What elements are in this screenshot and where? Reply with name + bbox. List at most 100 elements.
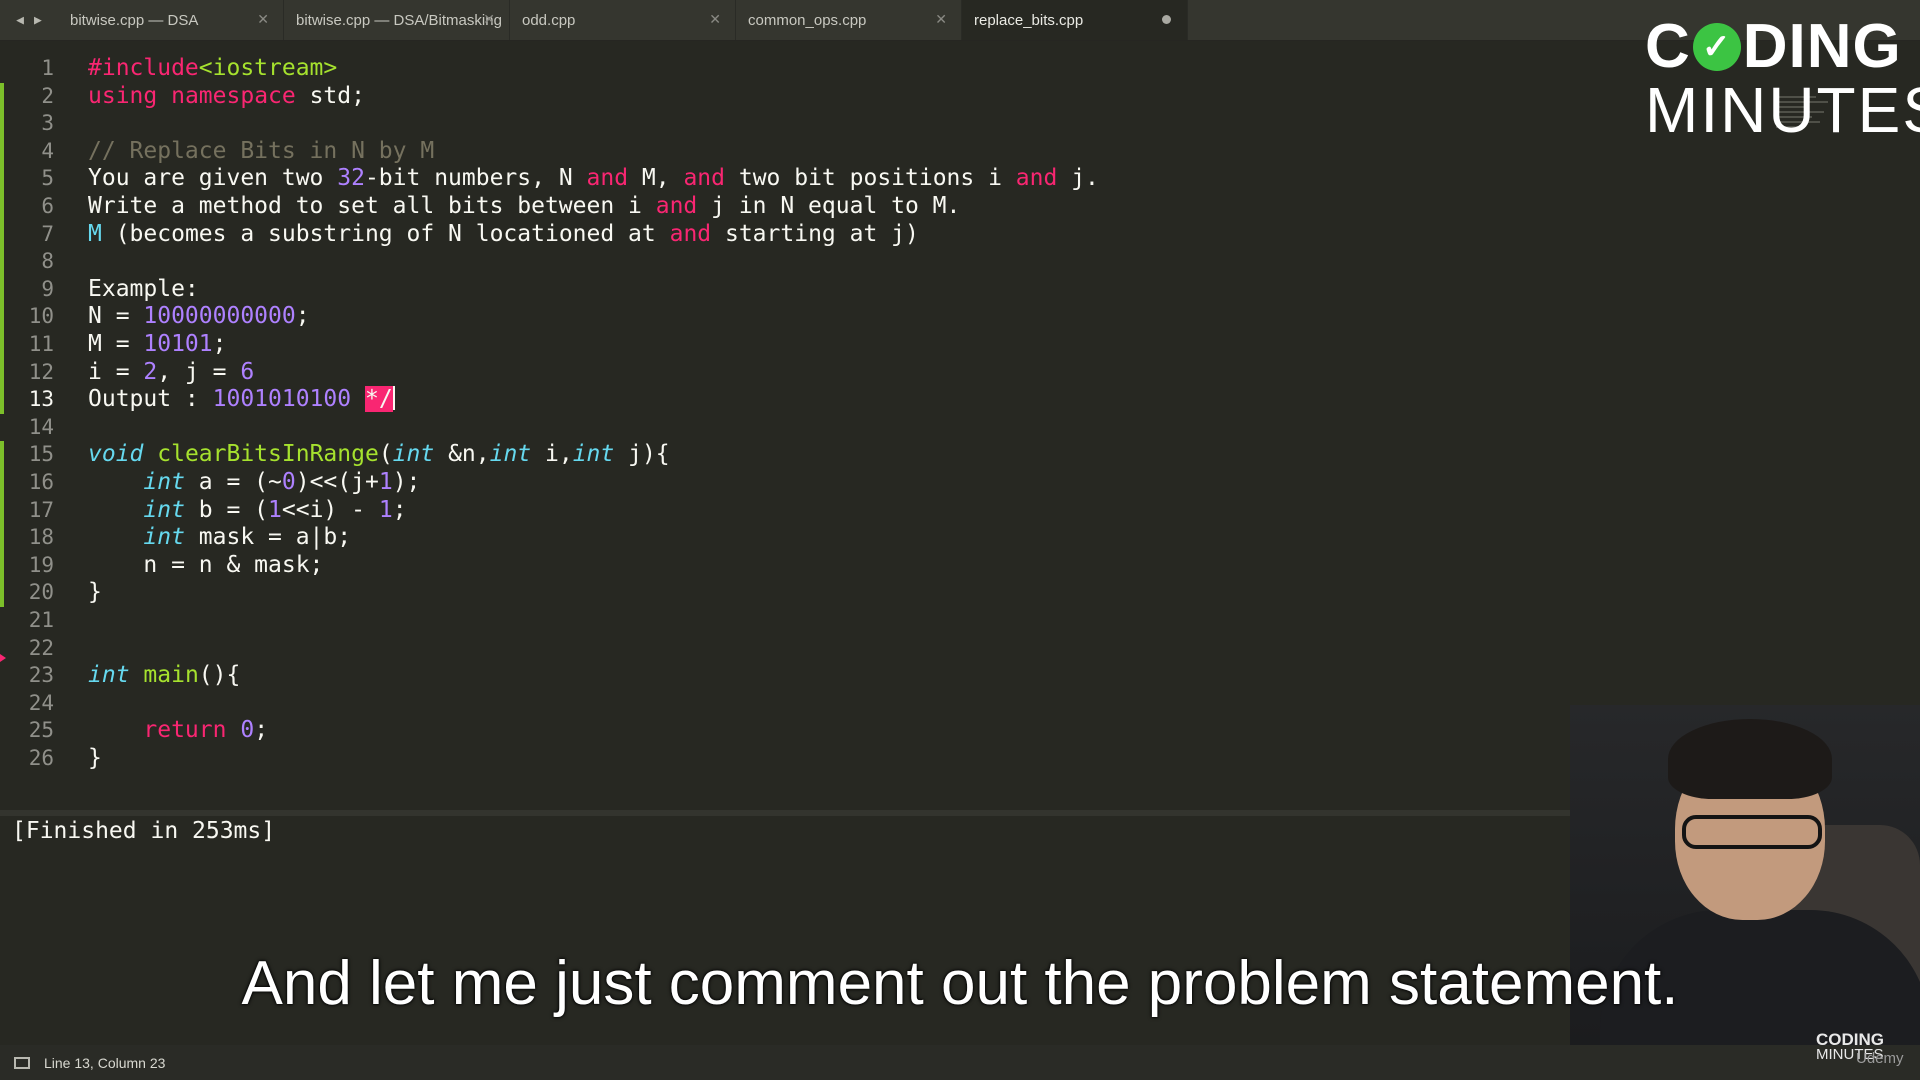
close-icon[interactable]: ✕ [935, 11, 947, 28]
code-token: N = [88, 303, 144, 330]
code-token: 0 [281, 469, 296, 495]
code-token: <iostream> [198, 55, 338, 81]
code-token: n = n & mask; [88, 551, 324, 578]
code-line[interactable]: 18 int mask = a|b; [0, 524, 1920, 552]
code-line[interactable]: 20} [0, 579, 1920, 607]
status-bar: Line 13, Column 23 [0, 1045, 1920, 1080]
line-number: 1 [41, 56, 54, 80]
code-token: ; [392, 496, 407, 523]
code-token: &n, [434, 441, 490, 468]
tab-odd[interactable]: odd.cpp ✕ [510, 0, 736, 40]
code-token: ); [392, 469, 421, 495]
code-token: 10000000000 [143, 303, 296, 330]
code-token: (){ [198, 662, 241, 689]
code-line[interactable]: 3 [0, 110, 1920, 138]
code-text: i = 2, j = 6 [88, 359, 254, 387]
code-line[interactable]: 11 M = 10101; [0, 331, 1920, 359]
line-number: 23 [28, 663, 54, 688]
code-token: int [143, 469, 185, 495]
code-text: using namespace std; [88, 83, 365, 111]
line-number: 18 [28, 525, 54, 550]
code-token: j){ [614, 441, 670, 468]
code-token: M = [88, 331, 144, 357]
code-token: ; [212, 331, 227, 357]
line-number: 26 [28, 746, 54, 770]
code-line[interactable]: 9 Example: [0, 276, 1920, 304]
code-line[interactable]: 16 int a = (~0)<<(j+1); [0, 469, 1920, 497]
code-line[interactable]: 1 #include<iostream> [0, 55, 1920, 83]
code-line[interactable]: 21 [0, 607, 1920, 635]
code-line[interactable]: 22 [0, 635, 1920, 663]
code-line[interactable]: 23 int main(){ [0, 662, 1920, 690]
code-token: i = [88, 358, 144, 385]
code-text: // Replace Bits in N by M [88, 138, 434, 166]
close-icon[interactable]: ✕ [709, 11, 721, 28]
code-line[interactable]: 12 i = 2, j = 6 [0, 359, 1920, 387]
code-line[interactable]: 14 [0, 414, 1920, 442]
code-token: int [392, 441, 435, 468]
logo-text: C [1645, 12, 1691, 81]
line-number: 21 [28, 608, 54, 632]
code-line[interactable]: 15 void clearBitsInRange(int &n,int i,int… [0, 441, 1920, 469]
tab-bitwise-dsa[interactable]: bitwise.cpp — DSA ✕ [58, 0, 284, 40]
code-line[interactable]: 4 // Replace Bits in N by M [0, 138, 1920, 166]
code-line[interactable]: 7 M (becomes a substring of N locationed … [0, 221, 1920, 249]
nav-back-icon[interactable]: ◀ [16, 13, 24, 28]
code-line[interactable]: 17 int b = (1<<i) - 1; [0, 497, 1920, 525]
code-token: j in N equal to M. [697, 193, 961, 219]
line-number: 2 [41, 83, 54, 108]
check-icon: ✓ [1692, 23, 1741, 71]
line-number: 3 [41, 111, 54, 136]
close-icon[interactable]: ✕ [483, 11, 495, 28]
code-token: You are given two [88, 165, 338, 192]
code-editor[interactable]: 1 #include<iostream> 2 using namespace std;… [0, 41, 1920, 811]
code-token: } [88, 579, 102, 606]
code-token: b = ( [184, 496, 269, 523]
line-number: 6 [41, 194, 54, 218]
code-token: and [1015, 165, 1058, 192]
unsaved-dot-icon[interactable] [1162, 15, 1171, 24]
nav-forward-icon[interactable]: ▶ [34, 13, 42, 28]
code-token: main [143, 662, 199, 689]
code-token: } [88, 745, 102, 771]
code-text: You are given two 32-bit numbers, N and … [88, 165, 1099, 193]
code-token: two bit positions i [725, 165, 1016, 192]
tab-replace-bits[interactable]: replace_bits.cpp [962, 0, 1188, 40]
close-icon[interactable]: ✕ [257, 11, 269, 28]
code-token: and [669, 220, 712, 247]
code-token: ; [254, 717, 269, 744]
code-line[interactable]: 19 n = n & mask; [0, 552, 1920, 580]
code-token: 32 [337, 165, 365, 192]
code-token: return [143, 717, 227, 744]
logo-line2: MINUTES [1645, 74, 1920, 146]
code-text: #include<iostream> [88, 55, 337, 83]
code-token: int [143, 524, 185, 551]
tab-common-ops[interactable]: common_ops.cpp ✕ [736, 0, 962, 40]
line-number: 11 [28, 332, 54, 356]
code-text: } [88, 579, 102, 607]
tab-bitwise-bitmasking[interactable]: bitwise.cpp — DSA/Bitmasking ✕ [284, 0, 510, 40]
code-text: N = 10000000000; [88, 303, 310, 331]
code-text: int mask = a|b; [88, 524, 351, 552]
cursor-position: Line 13, Column 23 [44, 1054, 166, 1071]
code-text: n = n & mask; [88, 552, 323, 580]
tab-label: bitwise.cpp — DSA [70, 11, 199, 29]
panel-toggle-icon[interactable] [14, 1056, 30, 1069]
code-text: M = 10101; [88, 331, 227, 359]
code-line[interactable]: 8 [0, 248, 1920, 276]
code-line[interactable]: 2 using namespace std; [0, 83, 1920, 111]
code-line[interactable]: 10 N = 10000000000; [0, 303, 1920, 331]
code-token: a = (~ [184, 469, 282, 495]
code-line[interactable]: 5 You are given two 32-bit numbers, N and… [0, 165, 1920, 193]
logo-line1: C ✓ DING [1645, 16, 1915, 78]
code-line[interactable]: 13 Output : 1001010100 */ [0, 386, 1920, 414]
code-token: 2 [143, 358, 158, 385]
code-line[interactable]: 6 Write a method to set all bits between … [0, 193, 1920, 221]
code-token: namespace [171, 82, 296, 109]
person-hair-shape [1668, 719, 1832, 799]
